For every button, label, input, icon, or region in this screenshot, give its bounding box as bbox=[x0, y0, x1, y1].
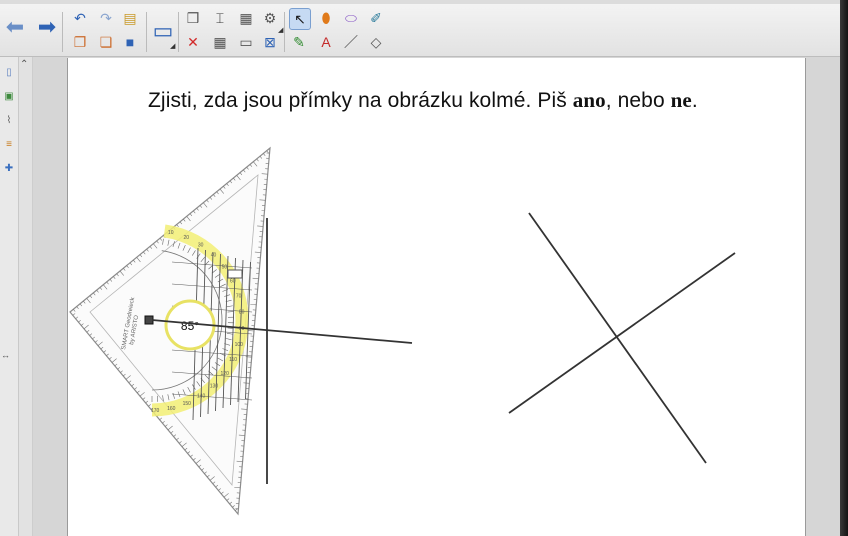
scale-label: 150 bbox=[183, 401, 192, 407]
scale-label: 40 bbox=[211, 252, 217, 258]
scale-label: 70 bbox=[236, 294, 242, 300]
crossing-line-a[interactable] bbox=[528, 212, 707, 464]
scale-label: 170 bbox=[151, 408, 160, 414]
scale-label: 160 bbox=[167, 406, 176, 412]
protractor-rotate-handle[interactable] bbox=[227, 269, 243, 279]
scale-label: 110 bbox=[229, 357, 237, 363]
drawing-layer: 1020304050607080901001101201301401501601… bbox=[69, 146, 736, 516]
scale-label: 10 bbox=[168, 230, 174, 236]
scale-label: 100 bbox=[235, 342, 244, 348]
angle-readout: 85° bbox=[181, 319, 199, 333]
scale-label: 130 bbox=[210, 383, 219, 389]
protractor-pivot[interactable] bbox=[144, 315, 154, 325]
scale-label: 30 bbox=[198, 242, 204, 248]
scale-label: 50 bbox=[222, 264, 228, 270]
scale-label: 20 bbox=[183, 235, 189, 241]
scale-label: 80 bbox=[239, 310, 245, 316]
protractor-tool[interactable]: 1020304050607080901001101201301401501601… bbox=[69, 146, 271, 516]
crossing-line-b[interactable] bbox=[508, 252, 736, 414]
